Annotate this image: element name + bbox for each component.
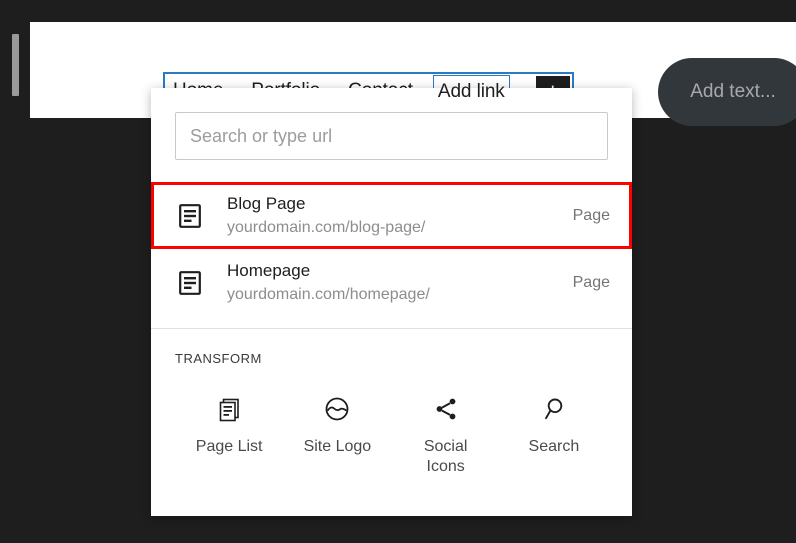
link-result-url: yourdomain.com/homepage/ — [227, 283, 561, 306]
transform-option-site-logo[interactable]: Site Logo — [283, 392, 391, 477]
link-result-kind: Page — [561, 274, 610, 292]
search-icon — [540, 392, 568, 426]
link-result-blog-page[interactable]: Blog Page yourdomain.com/blog-page/ Page — [151, 182, 632, 249]
drag-handle[interactable] — [12, 34, 19, 96]
link-result-homepage[interactable]: Homepage yourdomain.com/homepage/ Page — [151, 249, 632, 316]
page-list-icon — [215, 392, 243, 426]
transform-section: TRANSFORM Page List — [151, 329, 632, 477]
link-result-kind: Page — [561, 207, 610, 225]
transform-option-label: Search — [529, 437, 580, 457]
link-result-title: Homepage — [227, 259, 561, 283]
link-result-title: Blog Page — [227, 192, 561, 216]
transform-option-search[interactable]: Search — [500, 392, 608, 477]
site-logo-icon — [323, 392, 351, 426]
transform-heading: TRANSFORM — [175, 351, 608, 366]
add-link-label: Add link — [438, 82, 505, 101]
transform-option-page-list[interactable]: Page List — [175, 392, 283, 477]
transform-option-label: Social Icons — [406, 437, 486, 477]
search-row — [151, 88, 632, 182]
transform-grid: Page List Site Logo — [175, 392, 608, 477]
editor-canvas: Home Portfolio Contact Add link + Add te… — [0, 0, 796, 543]
social-icons-icon — [432, 392, 460, 426]
transform-option-social-icons[interactable]: Social Icons — [392, 392, 500, 477]
link-result-text: Homepage yourdomain.com/homepage/ — [227, 259, 561, 307]
link-result-text: Blog Page yourdomain.com/blog-page/ — [227, 192, 561, 240]
page-icon — [175, 271, 205, 295]
transform-option-label: Page List — [196, 437, 263, 457]
link-control-popover: Blog Page yourdomain.com/blog-page/ Page… — [151, 88, 632, 516]
transform-option-label: Site Logo — [304, 437, 372, 457]
search-input[interactable] — [175, 112, 608, 160]
page-icon — [175, 204, 205, 228]
link-result-url: yourdomain.com/blog-page/ — [227, 216, 561, 239]
add-text-label: Add text... — [690, 81, 776, 103]
add-text-placeholder-button[interactable]: Add text... — [658, 58, 796, 126]
link-results-list: Blog Page yourdomain.com/blog-page/ Page… — [151, 182, 632, 316]
